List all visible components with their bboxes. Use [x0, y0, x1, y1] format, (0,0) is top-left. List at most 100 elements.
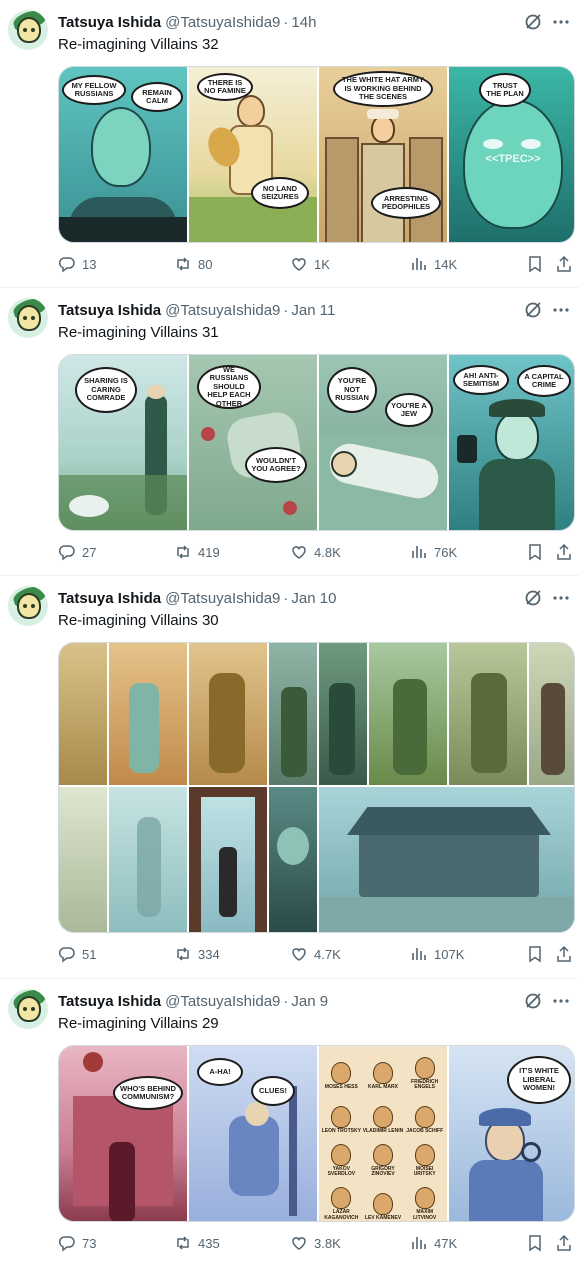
like-button[interactable]: 4.7K	[290, 944, 341, 964]
comic-panel[interactable]: THE WHITE HAT ARMY IS WORKING BEHIND THE…	[319, 67, 447, 242]
speech-bubble: YOU'RE A JEW	[385, 393, 433, 427]
author-handle[interactable]: @TatsuyaIshida9	[165, 590, 280, 607]
reply-button[interactable]: 13	[58, 254, 96, 274]
share-button[interactable]	[555, 944, 573, 964]
bookmark-button[interactable]	[526, 1233, 544, 1253]
comic-panel[interactable]: IT'S WHITE LIBERAL WOMEN!	[449, 1046, 574, 1221]
repost-button[interactable]: 419	[174, 542, 220, 562]
views-button[interactable]: 47K	[410, 1233, 457, 1253]
reply-button[interactable]: 51	[58, 944, 96, 964]
comic-panel[interactable]	[109, 787, 187, 932]
repost-button[interactable]: 435	[174, 1233, 220, 1253]
tweet-media[interactable]: WHO'S BEHIND COMMUNISM? A-HA! CLUES! MOS…	[58, 1045, 575, 1222]
separator: ·	[283, 590, 289, 607]
comic-panel[interactable]: THERE IS NO FAMINE NO LAND SEIZURES	[189, 67, 317, 242]
portrait-cell: KARL MARX	[363, 1048, 404, 1091]
share-icon	[557, 543, 571, 560]
tweet[interactable]: Tatsuya Ishida @TatsuyaIshida9 · 14h Re-ima…	[0, 0, 579, 288]
comic-panel[interactable]: WE RUSSIANS SHOULD HELP EACH OTHER WOULD…	[189, 355, 317, 530]
tweet-media[interactable]: SHARING IS CARING COMRADE WE RUSSIANS SH…	[58, 354, 575, 531]
timestamp[interactable]: Jan 10	[291, 590, 336, 607]
comic-panel[interactable]	[369, 643, 447, 785]
comic-panel[interactable]: MOSES HESS KARL MARX FRIEDRICH ENGELS LEON …	[319, 1046, 447, 1221]
portrait-label: MOISEI URITSKY	[413, 1165, 436, 1177]
tweet-media[interactable]	[58, 642, 575, 933]
like-button[interactable]: 1K	[290, 254, 330, 274]
comic-panel[interactable]: WHO'S BEHIND COMMUNISM?	[59, 1046, 187, 1221]
reply-button[interactable]: 27	[58, 542, 96, 562]
like-button[interactable]: 4.8K	[290, 542, 341, 562]
analytics-icon	[412, 948, 426, 960]
more-icon[interactable]	[551, 12, 571, 32]
more-icon[interactable]	[551, 300, 571, 320]
portrait-face	[414, 1143, 435, 1166]
grok-icon[interactable]	[523, 991, 543, 1011]
avatar[interactable]	[8, 989, 48, 1029]
author-handle[interactable]: @TatsuyaIshida9	[165, 14, 280, 31]
bookmark-button[interactable]	[526, 944, 544, 964]
share-button[interactable]	[555, 1233, 573, 1253]
author-name[interactable]: Tatsuya Ishida	[58, 14, 161, 31]
speech-bubble: REMAIN CALM	[131, 82, 183, 112]
comic-panel[interactable]	[529, 643, 574, 785]
comic-panel[interactable]	[269, 787, 317, 932]
more-icon[interactable]	[551, 991, 571, 1011]
tweet-media[interactable]: MY FELLOW RUSSIANS REMAIN CALM THERE IS …	[58, 66, 575, 243]
comic-panel[interactable]	[59, 787, 107, 932]
timestamp[interactable]: Jan 11	[291, 302, 335, 319]
tweet[interactable]: Tatsuya Ishida @TatsuyaIshida9 · Jan 9 Re-i…	[0, 979, 579, 1267]
comic-panel[interactable]	[319, 787, 574, 932]
views-button[interactable]: 14K	[410, 254, 457, 274]
author-name[interactable]: Tatsuya Ishida	[58, 590, 161, 607]
tweet-text: Re-imagining Villains 32	[58, 36, 219, 53]
timestamp[interactable]: 14h	[291, 14, 316, 31]
grok-icon[interactable]	[523, 12, 543, 32]
repost-icon	[177, 1236, 189, 1250]
comic-panel[interactable]: SHARING IS CARING COMRADE	[59, 355, 187, 530]
comic-panel[interactable]: MY FELLOW RUSSIANS REMAIN CALM	[59, 67, 187, 242]
comic-panel[interactable]	[319, 643, 367, 785]
bookmark-button[interactable]	[526, 542, 544, 562]
share-button[interactable]	[555, 254, 573, 274]
like-button[interactable]: 3.8K	[290, 1233, 341, 1253]
more-icon[interactable]	[551, 588, 571, 608]
portrait-face	[331, 1143, 352, 1166]
avatar[interactable]	[8, 298, 48, 338]
author-name[interactable]: Tatsuya Ishida	[58, 302, 161, 319]
repost-button[interactable]: 80	[174, 254, 212, 274]
repost-button[interactable]: 334	[174, 944, 220, 964]
author-name[interactable]: Tatsuya Ishida	[58, 993, 161, 1010]
share-button[interactable]	[555, 542, 573, 562]
reply-count: 51	[82, 946, 97, 962]
timestamp[interactable]: Jan 9	[291, 993, 328, 1010]
heart-icon	[292, 258, 306, 271]
reply-button[interactable]: 73	[58, 1233, 96, 1253]
comic-panel[interactable]: A-HA! CLUES!	[189, 1046, 317, 1221]
comic-panel[interactable]	[269, 643, 317, 785]
tweet[interactable]: Tatsuya Ishida @TatsuyaIshida9 · Jan 10 Re-…	[0, 576, 579, 979]
speech-bubble: WOULDN'T YOU AGREE?	[245, 447, 307, 483]
portrait-face	[414, 1056, 435, 1079]
comic-panel[interactable]	[189, 643, 267, 785]
comic-panel[interactable]: <<TPEC>> TRUST THE PLAN	[449, 67, 574, 242]
grok-icon[interactable]	[523, 588, 543, 608]
comic-panel[interactable]: AH! ANTI-SEMITISM A CAPITAL CRIME	[449, 355, 574, 530]
tweet[interactable]: Tatsuya Ishida @TatsuyaIshida9 · Jan 11 Re-…	[0, 288, 579, 576]
comic-panel[interactable]: YOU'RE NOT RUSSIAN YOU'RE A JEW	[319, 355, 447, 530]
author-handle[interactable]: @TatsuyaIshida9	[165, 993, 280, 1010]
bookmark-button[interactable]	[526, 254, 544, 274]
comic-panel[interactable]	[189, 787, 267, 932]
views-button[interactable]: 107K	[410, 944, 464, 964]
speech-bubble: AH! ANTI-SEMITISM	[453, 365, 509, 395]
comic-panel[interactable]	[59, 643, 107, 785]
comic-panel[interactable]	[109, 643, 187, 785]
views-count: 47K	[434, 1235, 458, 1251]
action-bar: 73 435 3.8K 47K	[58, 1233, 575, 1253]
comic-panel[interactable]	[449, 643, 527, 785]
separator: ·	[283, 302, 289, 319]
grok-icon[interactable]	[523, 300, 543, 320]
avatar[interactable]	[8, 10, 48, 50]
views-button[interactable]: 76K	[410, 542, 457, 562]
author-handle[interactable]: @TatsuyaIshida9	[165, 302, 280, 319]
avatar[interactable]	[8, 586, 48, 626]
